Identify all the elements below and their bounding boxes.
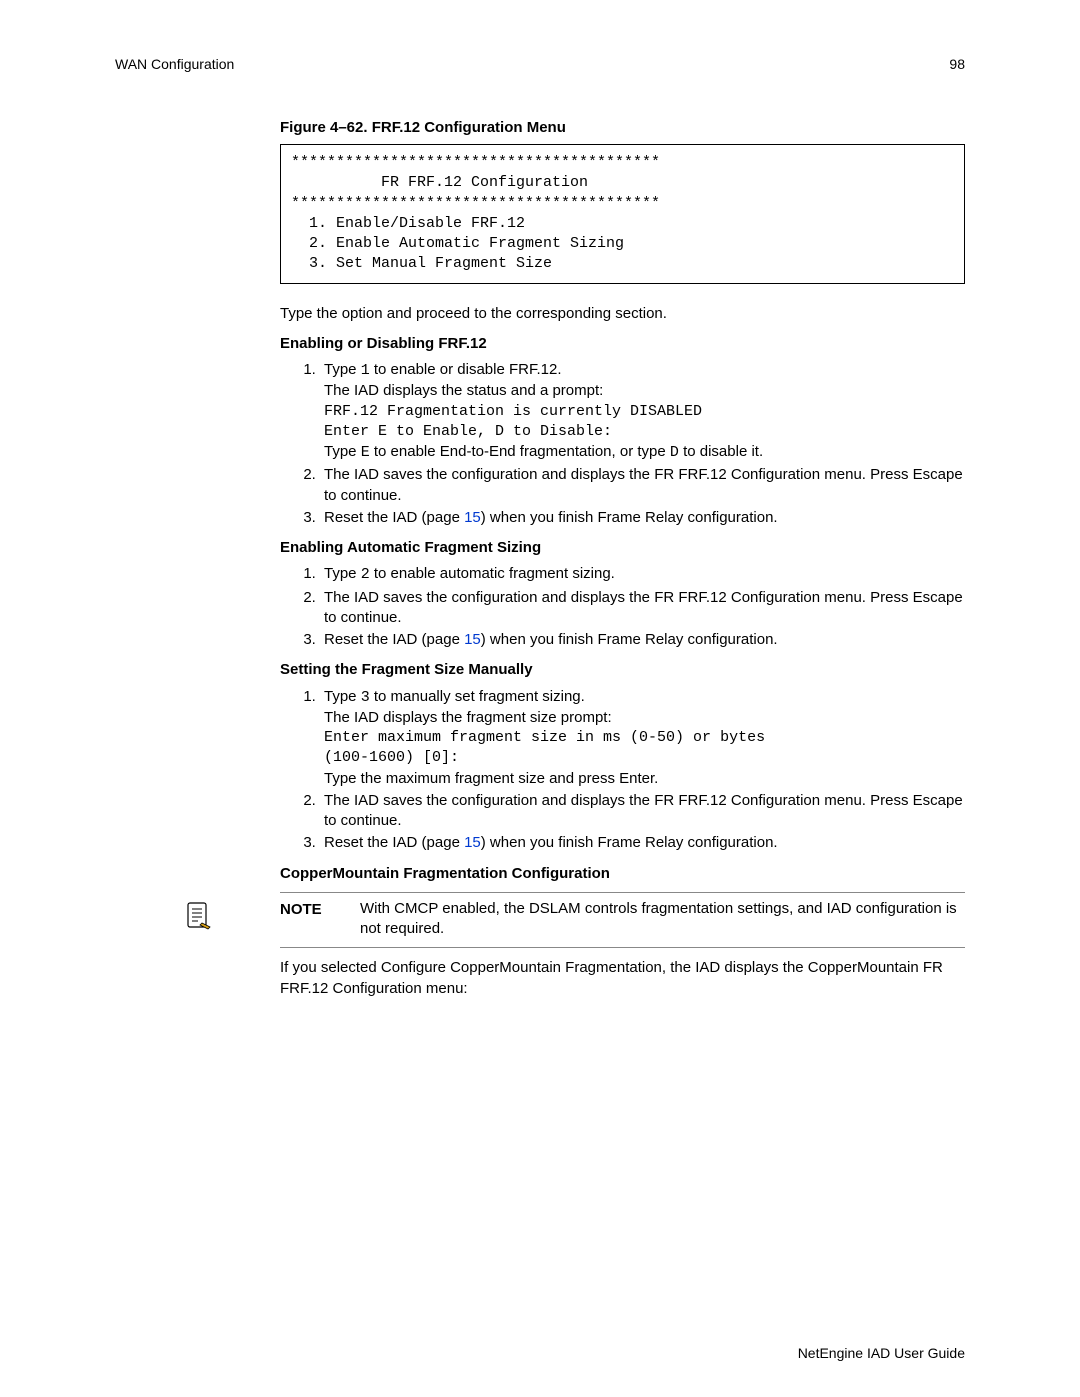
text: Type the maximum fragment size and press…	[324, 769, 965, 789]
step-item: Type 2 to enable automatic fragment sizi…	[320, 564, 965, 585]
page-link[interactable]: 15	[464, 834, 481, 851]
running-head-left: WAN Configuration	[115, 55, 234, 74]
text: to manually set fragment sizing.	[370, 688, 585, 705]
text: to enable or disable FRF.12.	[370, 361, 562, 378]
note-icon	[184, 901, 212, 931]
text: Type	[324, 688, 361, 705]
section-heading-coppermountain: CopperMountain Fragmentation Configurati…	[280, 864, 965, 884]
step-item: Reset the IAD (page 15) when you finish …	[320, 630, 965, 650]
note-label: NOTE	[280, 899, 360, 920]
after-note-paragraph: If you selected Configure CopperMountain…	[280, 958, 965, 999]
text: to disable it.	[679, 443, 763, 460]
content-column: Figure 4–62. FRF.12 Configuration Menu *…	[280, 118, 965, 999]
text: ) when you finish Frame Relay configurat…	[481, 509, 778, 526]
page-number: 98	[949, 55, 965, 74]
text: Type	[324, 443, 361, 460]
inline-code: 2	[361, 566, 370, 583]
text: Type E to enable End-to-End fragmentatio…	[324, 442, 965, 463]
text: Reset the IAD (page	[324, 834, 464, 851]
note-text: With CMCP enabled, the DSLAM controls fr…	[360, 899, 965, 940]
section-heading-manual-size: Setting the Fragment Size Manually	[280, 660, 965, 680]
text: ) when you finish Frame Relay configurat…	[481, 834, 778, 851]
step-item: Reset the IAD (page 15) when you finish …	[320, 508, 965, 528]
text: The IAD displays the fragment size promp…	[324, 708, 965, 728]
section-heading-enable-disable: Enabling or Disabling FRF.12	[280, 334, 965, 354]
text: to enable End-to-End fragmentation, or t…	[370, 443, 670, 460]
inline-code: E	[361, 444, 370, 461]
text: Reset the IAD (page	[324, 509, 464, 526]
text: Type	[324, 565, 361, 582]
step-item: Reset the IAD (page 15) when you finish …	[320, 833, 965, 853]
text: to enable automatic fragment sizing.	[370, 565, 615, 582]
step-item: Type 3 to manually set fragment sizing. …	[320, 687, 965, 789]
inline-code: 3	[361, 689, 370, 706]
figure-menu-box: ****************************************…	[280, 144, 965, 284]
note-icon-cell	[115, 899, 280, 931]
steps-manual-size: Type 3 to manually set fragment sizing. …	[280, 687, 965, 854]
steps-auto-fragment: Type 2 to enable automatic fragment sizi…	[280, 564, 965, 650]
step-item: The IAD saves the configuration and disp…	[320, 465, 965, 506]
step-item: The IAD saves the configuration and disp…	[320, 588, 965, 629]
step-item: The IAD saves the configuration and disp…	[320, 791, 965, 832]
page-link[interactable]: 15	[464, 631, 481, 648]
text: Type	[324, 361, 361, 378]
footer-text: NetEngine IAD User Guide	[798, 1344, 965, 1363]
code-output: Enter maximum fragment size in ms (0-50)…	[324, 728, 965, 769]
section-heading-auto-fragment: Enabling Automatic Fragment Sizing	[280, 538, 965, 558]
text: ) when you finish Frame Relay configurat…	[481, 631, 778, 648]
inline-code: D	[670, 444, 679, 461]
note-block: NOTE With CMCP enabled, the DSLAM contro…	[280, 892, 965, 949]
intro-paragraph: Type the option and proceed to the corre…	[280, 304, 965, 324]
code-output: FRF.12 Fragmentation is currently DISABL…	[324, 402, 965, 443]
page-link[interactable]: 15	[464, 509, 481, 526]
figure-caption: Figure 4–62. FRF.12 Configuration Menu	[280, 118, 965, 138]
text: Reset the IAD (page	[324, 631, 464, 648]
inline-code: 1	[361, 362, 370, 379]
steps-enable-disable: Type 1 to enable or disable FRF.12. The …	[280, 360, 965, 528]
running-head: WAN Configuration 98	[115, 55, 965, 74]
step-item: Type 1 to enable or disable FRF.12. The …	[320, 360, 965, 463]
page: WAN Configuration 98 Figure 4–62. FRF.12…	[0, 0, 1080, 1397]
text: The IAD displays the status and a prompt…	[324, 381, 965, 401]
